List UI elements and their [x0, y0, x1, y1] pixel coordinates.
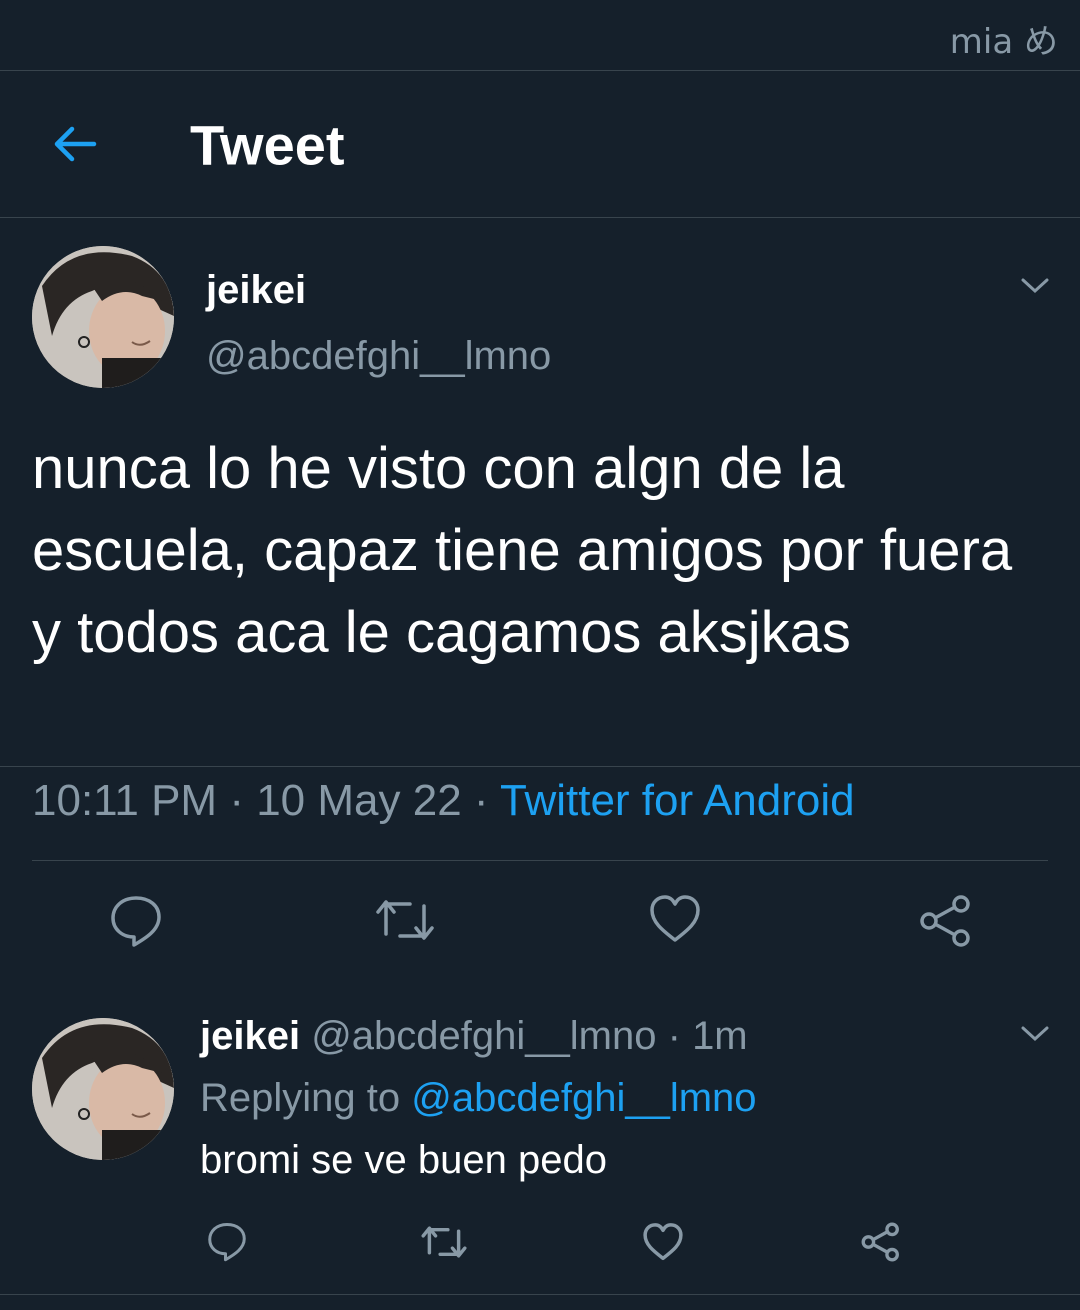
- replying-to-label: Replying to: [200, 1076, 401, 1120]
- meta-separator: ·: [667, 1014, 681, 1058]
- share-icon[interactable]: [918, 894, 974, 953]
- retweet-icon[interactable]: [374, 894, 436, 951]
- avatar[interactable]: [32, 246, 174, 388]
- reply-tweet[interactable]: jeikei @abcdefghi__lmno · 1m Replying to…: [0, 984, 1080, 1295]
- reply-age: 1m: [692, 1014, 748, 1058]
- replying-to: Replying to @abcdefghi__lmno: [200, 1076, 757, 1121]
- reply-icon[interactable]: [206, 1220, 248, 1267]
- chevron-down-icon[interactable]: [1020, 1024, 1050, 1044]
- share-icon[interactable]: [860, 1222, 902, 1267]
- author-handle[interactable]: @abcdefghi__lmno: [206, 334, 551, 379]
- tweet-meta: 10:11 PM · 10 May 22 · Twitter for Andro…: [32, 776, 855, 826]
- main-tweet: jeikei @abcdefghi__lmno nunca lo he vist…: [0, 0, 1080, 947]
- tweet-time: 10:11 PM: [32, 776, 218, 825]
- reply-icon[interactable]: [108, 892, 164, 953]
- reply-text: bromi se ve buen pedo: [200, 1138, 607, 1182]
- reply-author-name[interactable]: jeikei: [200, 1014, 300, 1058]
- like-icon[interactable]: [648, 894, 702, 949]
- retweet-icon[interactable]: [420, 1222, 468, 1267]
- tweet-date: 10 May 22: [256, 776, 462, 825]
- reply-author-handle[interactable]: @abcdefghi__lmno: [311, 1014, 656, 1058]
- tweet-text: nunca lo he visto con algn de la escuela…: [32, 436, 1013, 665]
- meta-separator: ·: [229, 776, 244, 825]
- like-icon[interactable]: [642, 1222, 684, 1267]
- author-name[interactable]: jeikei: [206, 268, 306, 313]
- reply-actions: [0, 1220, 1080, 1270]
- avatar[interactable]: [32, 1018, 174, 1160]
- meta-separator: ·: [473, 776, 489, 825]
- reply-header: jeikei @abcdefghi__lmno · 1m: [200, 1014, 748, 1059]
- tweet-actions: [0, 892, 1080, 952]
- divider: [32, 860, 1048, 861]
- chevron-down-icon[interactable]: [1020, 276, 1050, 296]
- replying-to-mention[interactable]: @abcdefghi__lmno: [411, 1076, 756, 1120]
- tweet-source-link[interactable]: Twitter for Android: [500, 776, 855, 825]
